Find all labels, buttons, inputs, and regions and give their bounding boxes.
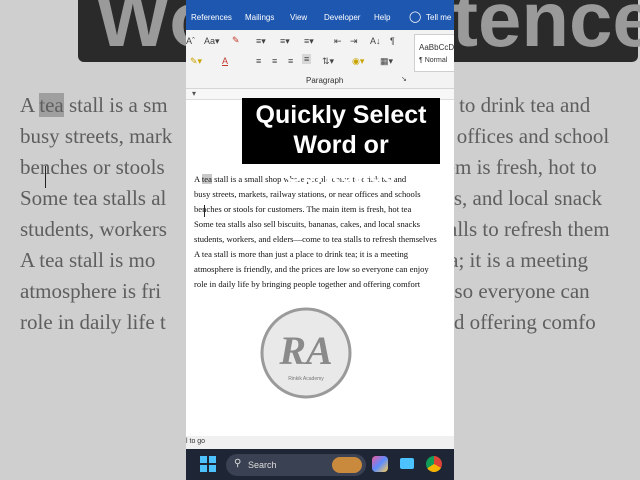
styles-gallery[interactable]: AaBbCcD ¶ Normal (414, 34, 454, 72)
background-title-right: tence (452, 0, 640, 63)
bg-line-0a: A (20, 93, 40, 117)
doc-line: role in daily life by bringing people to… (194, 279, 421, 289)
paragraph-launcher-icon[interactable]: ↘ (401, 75, 407, 83)
paragraph-group-label: Paragraph (306, 76, 344, 85)
font-color-icon[interactable]: A (222, 56, 228, 66)
decrease-indent-icon[interactable]: ⇤ (334, 36, 342, 47)
font-size-grow-icon[interactable]: Aˆ (186, 36, 195, 46)
taskbar-search-input[interactable]: ⚲ Search (226, 454, 366, 476)
change-case-icon[interactable]: Aa▾ (204, 36, 220, 47)
clear-format-icon[interactable]: ✎ (232, 35, 240, 46)
shading-icon[interactable]: ◉▾ (352, 56, 364, 67)
doc-line: Some tea stalls also sell biscuits, bana… (194, 219, 421, 229)
caption-line-1: Quickly Select (255, 101, 427, 129)
taskbar: ⚲ Search (186, 449, 454, 480)
show-marks-icon[interactable]: ¶ (390, 36, 395, 46)
bg-text-cursor-icon (45, 166, 46, 188)
doc-line: atmosphere is friendly, and the prices a… (194, 264, 429, 274)
chrome-icon[interactable] (426, 456, 442, 472)
svg-text:Rinkik Academy: Rinkik Academy (288, 376, 324, 382)
word-window: References Mailings View Developer Help … (186, 0, 454, 480)
doc-line: busy streets, markets, railway stations,… (194, 189, 421, 199)
increase-indent-icon[interactable]: ⇥ (350, 36, 358, 47)
align-left-icon[interactable]: ≡ (256, 56, 261, 66)
search-icon: ⚲ (234, 458, 242, 469)
svg-text:RA: RA (278, 328, 332, 373)
video-caption-overlay: Quickly Select Word or Sentence (242, 98, 440, 188)
align-center-icon[interactable]: ≡ (272, 56, 277, 66)
search-highlight-icon[interactable] (332, 457, 362, 473)
document-body[interactable]: A tea stall is a small shop where people… (194, 172, 454, 292)
borders-icon[interactable]: ▦▾ (380, 56, 393, 67)
doc-line: benches or stools for customers. The mai… (194, 204, 412, 214)
numbering-icon[interactable]: ≡▾ (280, 36, 290, 47)
highlight-color-icon[interactable]: ✎▾ (190, 56, 202, 67)
caption-line-2: Word or Sentence (285, 131, 397, 188)
tab-view[interactable]: View (290, 13, 307, 22)
tab-developer[interactable]: Developer (324, 13, 360, 22)
widgets-icon[interactable] (400, 458, 414, 469)
tell-me-box[interactable]: Tell me (426, 13, 451, 22)
align-right-icon[interactable]: ≡ (288, 56, 293, 66)
i-beam-cursor-icon (204, 205, 205, 217)
style-normal[interactable]: ¶ Normal (419, 57, 447, 64)
doc-line: A tea stall is more than just a place to… (194, 249, 409, 259)
doc-line: students, workers, and elders—come to te… (194, 234, 437, 244)
style-sample: AaBbCcD (419, 43, 454, 52)
search-placeholder: Search (248, 460, 277, 470)
indent-marker-icon[interactable]: ▾ (192, 89, 196, 98)
ribbon-home: Aˆ Aa▾ ✎ ≡▾ ≡▾ ≡▾ ⇤ ⇥ A↓ ¶ ✎▾ A ≡ ≡ ≡ ≡ … (186, 30, 454, 89)
justify-icon[interactable]: ≡ (302, 54, 312, 64)
bg-highlight: tea (39, 93, 64, 117)
status-text: l to go (186, 438, 206, 445)
status-bar: l to go (186, 436, 454, 449)
tab-references[interactable]: References (191, 13, 232, 22)
lightbulb-icon: ◯ (409, 11, 422, 23)
sort-icon[interactable]: A↓ (370, 36, 381, 46)
watermark-logo: RA Rinkik Academy (259, 306, 353, 400)
bullets-icon[interactable]: ≡▾ (256, 36, 266, 47)
ribbon-tabs: References Mailings View Developer Help … (186, 0, 454, 30)
copilot-icon[interactable] (372, 456, 388, 472)
line-spacing-icon[interactable]: ⇅▾ (322, 56, 334, 67)
tab-help[interactable]: Help (374, 13, 390, 22)
windows-start-icon[interactable] (200, 456, 216, 472)
selected-word: tea (201, 174, 212, 184)
tab-mailings[interactable]: Mailings (245, 13, 274, 22)
multilevel-list-icon[interactable]: ≡▾ (304, 36, 314, 47)
